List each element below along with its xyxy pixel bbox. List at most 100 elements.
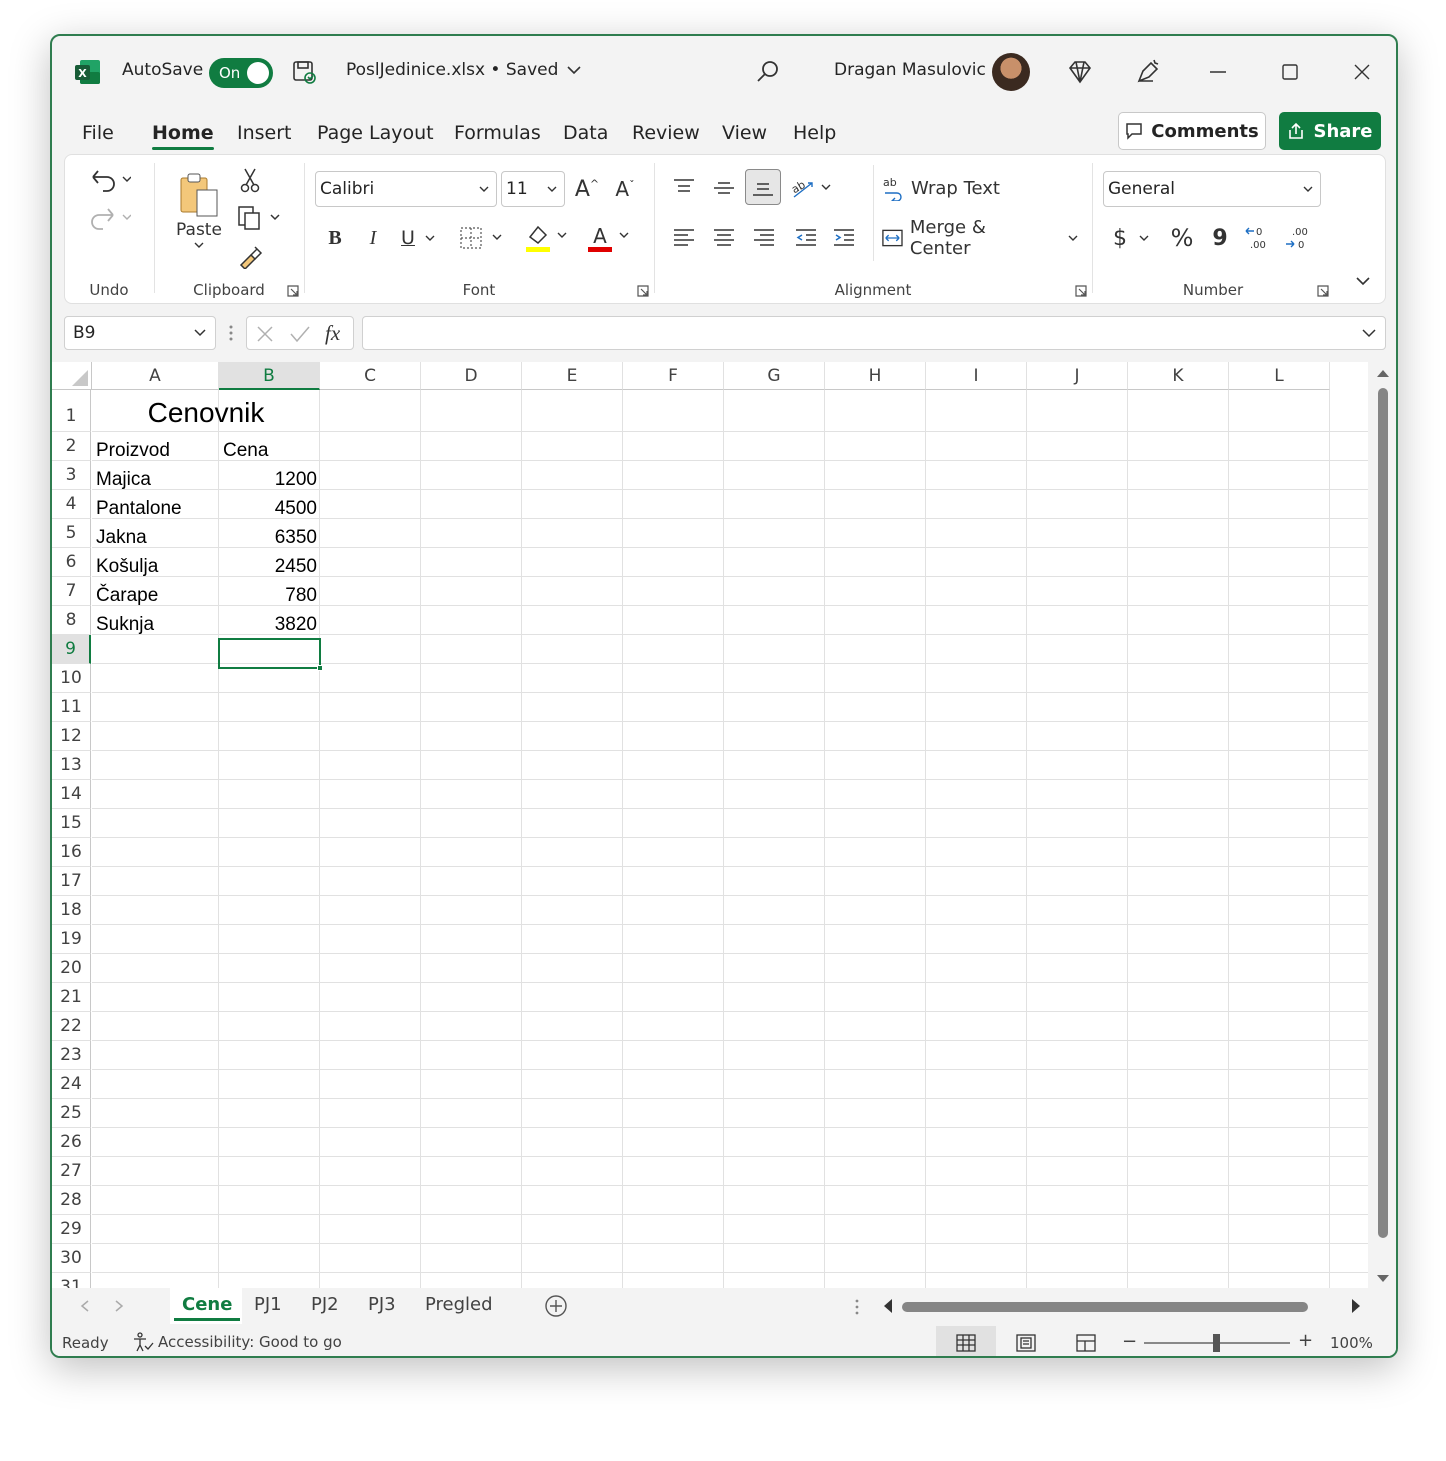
cancel-icon[interactable] (255, 324, 275, 344)
column-header-e[interactable]: E (522, 362, 623, 390)
fill-color-button[interactable] (521, 217, 573, 257)
copy-button[interactable] (233, 203, 287, 233)
column-header-h[interactable]: H (825, 362, 926, 390)
cell-b2[interactable]: Cena (223, 436, 268, 465)
font-color-button[interactable]: A (583, 217, 635, 257)
column-header-c[interactable]: C (320, 362, 421, 390)
increase-font-button[interactable]: A^ (571, 171, 603, 207)
tab-review[interactable]: Review (632, 122, 700, 144)
sheet-tab-pj1[interactable]: PJ1 (254, 1294, 282, 1315)
row-header-10[interactable]: 10 (52, 664, 91, 693)
scroll-left-arrow-icon[interactable] (882, 1298, 894, 1314)
tab-view[interactable]: View (722, 122, 767, 144)
sheet-tab-pregled[interactable]: Pregled (425, 1294, 493, 1315)
font-name-select[interactable]: Calibri (315, 171, 497, 207)
scroll-right-arrow-icon[interactable] (1350, 1298, 1362, 1314)
ribbon-expand-button[interactable] (1349, 267, 1377, 295)
cell-a3[interactable]: Majica (96, 465, 151, 494)
row-header-9[interactable]: 9 (52, 635, 91, 664)
row-header-2[interactable]: 2 (52, 432, 91, 461)
percent-button[interactable]: % (1165, 221, 1199, 255)
cell-b5[interactable]: 6350 (220, 523, 317, 552)
vertical-scrollbar[interactable] (1370, 362, 1396, 1288)
row-header-11[interactable]: 11 (52, 693, 91, 722)
cell-b6[interactable]: 2450 (220, 552, 317, 581)
active-cell-b9[interactable] (218, 638, 323, 671)
top-align-button[interactable] (667, 171, 701, 205)
comma-style-button[interactable]: 9 (1205, 221, 1235, 255)
tab-help[interactable]: Help (793, 122, 836, 144)
align-left-button[interactable] (667, 221, 701, 255)
row-header-6[interactable]: 6 (52, 548, 91, 577)
row-header-16[interactable]: 16 (52, 838, 91, 867)
row-header-20[interactable]: 20 (52, 954, 91, 983)
dialog-launcher-icon[interactable] (1075, 285, 1087, 297)
dialog-launcher-icon[interactable] (637, 285, 649, 297)
share-button[interactable]: Share (1279, 112, 1381, 150)
row-header-5[interactable]: 5 (52, 519, 91, 548)
prev-sheet-icon[interactable] (80, 1300, 90, 1312)
row-header-14[interactable]: 14 (52, 780, 91, 809)
cell-a5[interactable]: Jakna (96, 523, 147, 552)
page-break-view-icon[interactable] (1076, 1334, 1096, 1352)
row-header-13[interactable]: 13 (52, 751, 91, 780)
column-header-a[interactable]: A (92, 362, 219, 390)
increase-indent-button[interactable] (827, 221, 861, 255)
column-header-b[interactable]: B (219, 362, 320, 390)
next-sheet-icon[interactable] (114, 1300, 124, 1312)
name-box[interactable]: B9 (64, 316, 216, 350)
currency-button[interactable]: $ (1107, 221, 1157, 255)
column-header-i[interactable]: I (926, 362, 1027, 390)
autosave-toggle[interactable]: On (209, 58, 273, 88)
row-header-25[interactable]: 25 (52, 1099, 91, 1128)
insert-function-button[interactable]: fx (325, 321, 340, 346)
row-header-4[interactable]: 4 (52, 490, 91, 519)
paste-button[interactable]: Paste (169, 163, 229, 259)
row-header-3[interactable]: 3 (52, 461, 91, 490)
scroll-up-arrow-icon[interactable] (1376, 368, 1390, 378)
close-button[interactable] (1340, 52, 1384, 92)
bold-button[interactable]: B (319, 221, 351, 255)
zoom-slider-thumb[interactable] (1213, 1334, 1220, 1352)
search-icon[interactable] (754, 58, 782, 86)
row-header-7[interactable]: 7 (52, 577, 91, 606)
cell-a8[interactable]: Suknja (96, 610, 154, 639)
save-sync-icon[interactable] (290, 58, 318, 86)
row-header-24[interactable]: 24 (52, 1070, 91, 1099)
more-options-icon[interactable] (228, 324, 234, 342)
row-header-8[interactable]: 8 (52, 606, 91, 635)
row-header-26[interactable]: 26 (52, 1128, 91, 1157)
redo-button[interactable] (85, 201, 133, 235)
merge-center-button[interactable]: Merge & Center (881, 217, 1079, 259)
row-header-12[interactable]: 12 (52, 722, 91, 751)
fill-handle[interactable] (317, 665, 323, 671)
align-right-button[interactable] (747, 221, 781, 255)
zoom-in-button[interactable]: + (1298, 1330, 1313, 1351)
row-header-28[interactable]: 28 (52, 1186, 91, 1215)
sheet-tab-pj3[interactable]: PJ3 (368, 1294, 396, 1315)
row-header-29[interactable]: 29 (52, 1215, 91, 1244)
vertical-scroll-thumb[interactable] (1378, 388, 1388, 1238)
cell-a1-title[interactable]: Cenovnik (92, 392, 320, 434)
row-header-27[interactable]: 27 (52, 1157, 91, 1186)
decrease-font-button[interactable]: Aˇ (609, 171, 641, 207)
spreadsheet-grid[interactable]: ABCDEFGHIJKL 1 2 3 4 5 6 7 8 9 10 11 12 13 14 15 16 17 18… (52, 362, 1368, 1288)
tab-file[interactable]: File (82, 122, 114, 144)
document-title[interactable]: PoslJedinice.xlsx • Saved (346, 60, 584, 80)
row-header-17[interactable]: 17 (52, 867, 91, 896)
row-header-19[interactable]: 19 (52, 925, 91, 954)
middle-align-button[interactable] (707, 171, 741, 205)
zoom-level[interactable]: 100% (1330, 1334, 1373, 1352)
cell-b4[interactable]: 4500 (220, 494, 317, 523)
page-layout-view-icon[interactable] (1016, 1334, 1036, 1352)
row-header-18[interactable]: 18 (52, 896, 91, 925)
column-header-k[interactable]: K (1128, 362, 1229, 390)
cell-a7[interactable]: Čarape (96, 581, 158, 610)
sheet-tab-cene[interactable]: Cene (173, 1294, 241, 1321)
row-header-22[interactable]: 22 (52, 1012, 91, 1041)
row-header-31[interactable]: 31 (52, 1273, 91, 1288)
wrap-text-button[interactable]: ab Wrap Text (881, 171, 1011, 205)
chevron-down-icon[interactable] (1361, 328, 1377, 338)
cell-a6[interactable]: Košulja (96, 552, 158, 581)
cut-button[interactable] (235, 165, 265, 195)
